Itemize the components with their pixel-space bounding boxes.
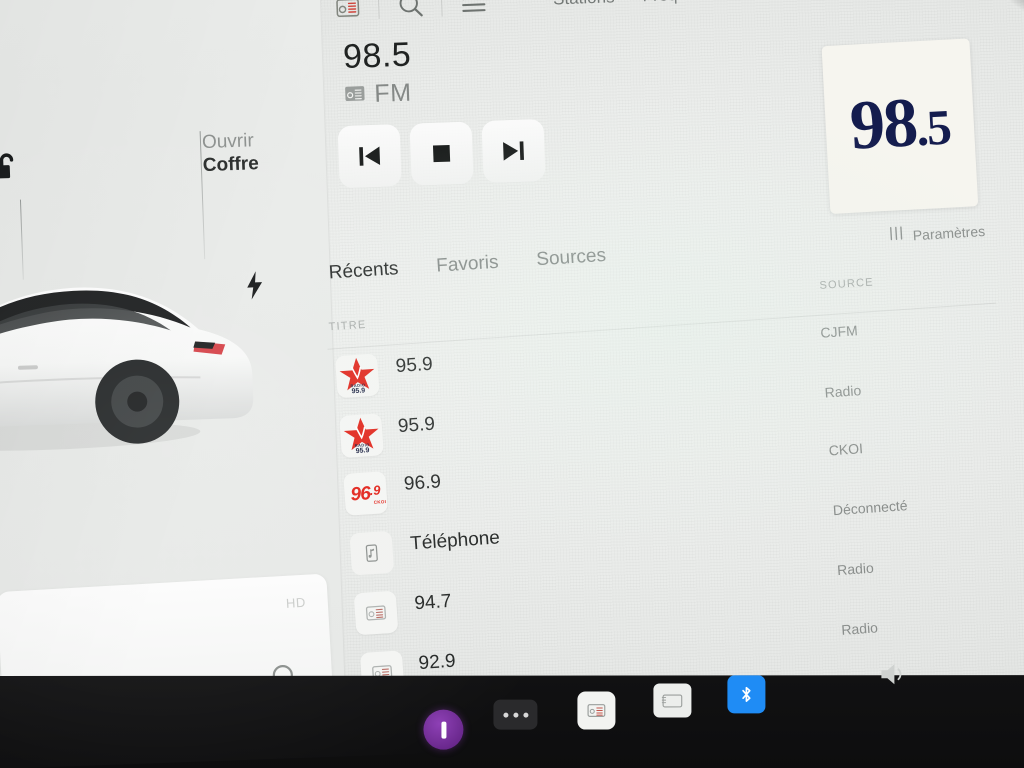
current-band-row: FM bbox=[344, 79, 412, 110]
row-source: Radio bbox=[836, 559, 875, 579]
current-frequency: 98.5 bbox=[342, 35, 412, 77]
playlist-queue-icon[interactable] bbox=[446, 0, 499, 23]
settings-button[interactable]: Paramètres bbox=[887, 220, 985, 247]
hd-badge: HD bbox=[285, 594, 307, 611]
phone-music-icon bbox=[349, 530, 395, 576]
row-title: 94.7 bbox=[413, 590, 453, 615]
column-header-source: SOURCE bbox=[819, 276, 875, 292]
previous-button[interactable] bbox=[337, 124, 402, 189]
radio-tuner-icon[interactable] bbox=[321, 0, 374, 28]
trunk-action-text: Ouvrir bbox=[201, 130, 255, 154]
equalizer-sliders-icon bbox=[887, 225, 905, 247]
virgin-radio-95-9-logo: RADIO 95.9 bbox=[334, 353, 380, 399]
row-title: 96.9 bbox=[403, 471, 442, 495]
station-artwork: 98.5 bbox=[821, 38, 979, 214]
tab-favorites[interactable]: Favoris bbox=[430, 251, 506, 278]
volume-icon[interactable] bbox=[875, 659, 909, 689]
vehicle-illustration bbox=[0, 287, 254, 451]
stop-button[interactable] bbox=[409, 121, 474, 186]
tesla-touchscreen: Ouvrir Coffre HD 98.5 FM 98.5 Paramètres… bbox=[0, 0, 1024, 768]
row-title: 95.9 bbox=[395, 353, 434, 378]
tab-recents[interactable]: Récents bbox=[322, 258, 405, 285]
row-source: CJFM bbox=[819, 322, 859, 341]
media-app-icon[interactable] bbox=[423, 709, 464, 750]
ckoi-96-9-logo: 96.9 CKOI bbox=[343, 471, 388, 516]
open-trunk-label[interactable]: Ouvrir Coffre bbox=[202, 129, 260, 177]
media-panel: Stations Fréquence manuelle 98.5 bbox=[320, 0, 1024, 756]
row-source: Radio bbox=[840, 619, 879, 638]
unlocked-padlock-icon[interactable] bbox=[0, 150, 24, 185]
tab-stations[interactable]: Stations bbox=[539, 0, 629, 10]
column-header-title: TITRE bbox=[328, 318, 367, 334]
station-list: RADIO 95.9 95.9 CJFM RADIO 95.9 95.9 Rad… bbox=[330, 322, 1022, 700]
toolbar-divider-2 bbox=[440, 0, 443, 17]
row-title: 92.9 bbox=[417, 650, 457, 675]
tab-manual-frequency[interactable]: Fréquence manuelle bbox=[628, 0, 812, 7]
vehicle-panel: Ouvrir Coffre HD bbox=[0, 0, 346, 690]
radio-tuner-icon bbox=[353, 590, 399, 636]
media-toolbar: Stations Fréquence manuelle bbox=[320, 0, 1021, 31]
transport-controls bbox=[337, 118, 546, 189]
photographed-screen-background: Ouvrir Coffre HD 98.5 FM 98.5 Paramètres… bbox=[0, 0, 1024, 768]
row-title: 95.9 bbox=[397, 413, 436, 438]
list-tabs: Récents Favoris Sources bbox=[322, 245, 613, 285]
row-source: CKOI bbox=[828, 440, 864, 459]
tab-sources[interactable]: Sources bbox=[530, 245, 613, 272]
settings-label: Paramètres bbox=[912, 222, 986, 243]
radio-tuner-icon bbox=[344, 82, 366, 109]
row-source: Radio bbox=[824, 382, 862, 401]
trunk-target-text: Coffre bbox=[202, 153, 260, 177]
media-mini-bar: HD bbox=[0, 573, 334, 690]
next-button[interactable] bbox=[481, 118, 546, 184]
search-icon[interactable] bbox=[384, 0, 437, 26]
system-taskbar bbox=[0, 664, 1024, 768]
card-app-icon[interactable] bbox=[653, 683, 692, 718]
bluetooth-icon[interactable] bbox=[727, 675, 766, 714]
more-dots-button[interactable] bbox=[493, 699, 538, 730]
toolbar-divider-1 bbox=[377, 0, 380, 19]
row-title: Téléphone bbox=[409, 527, 501, 555]
band-label: FM bbox=[373, 78, 412, 108]
station-artwork-text: 98.5 bbox=[848, 84, 952, 165]
row-source: Déconnecté bbox=[832, 497, 909, 519]
radio-app-icon[interactable] bbox=[577, 691, 616, 730]
virgin-radio-95-9-logo: RADIO 95.9 bbox=[339, 413, 384, 459]
